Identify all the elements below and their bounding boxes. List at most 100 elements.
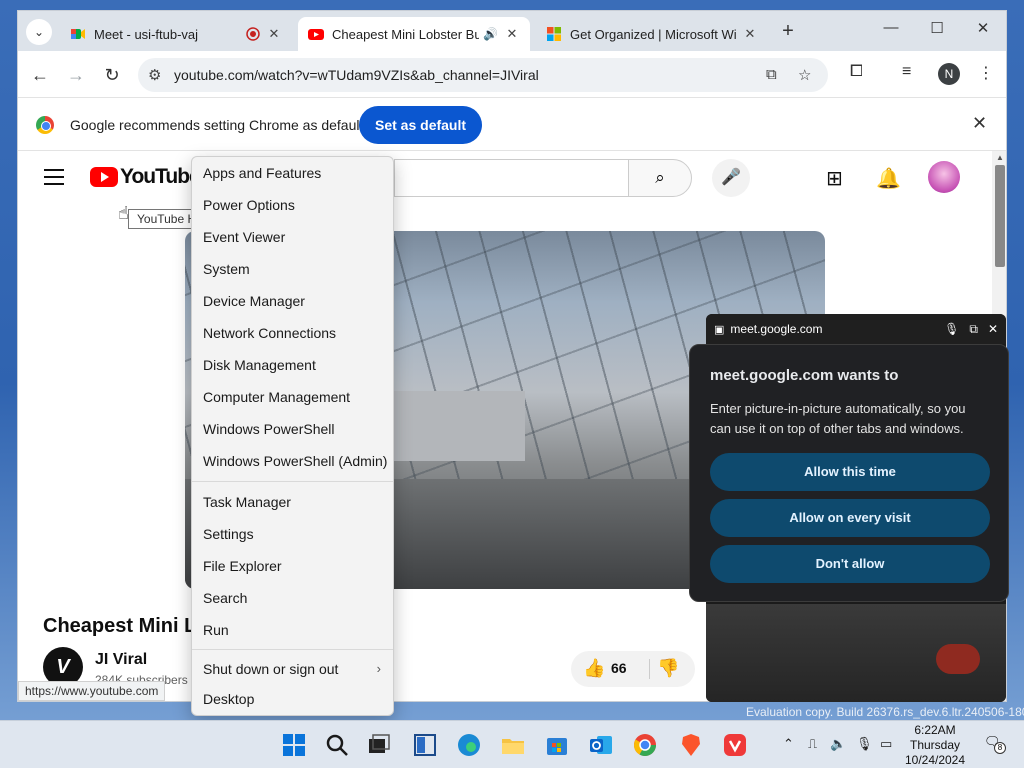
google-meet-icon [71, 29, 85, 39]
menu-item-powershell[interactable]: Windows PowerShell [192, 414, 393, 444]
more-menu-icon[interactable]: ⋮ [978, 63, 994, 83]
menu-item-run[interactable]: Run [192, 615, 393, 645]
menu-item-apps-features[interactable]: Apps and Features [192, 158, 393, 188]
channel-name[interactable]: JI Viral [95, 651, 147, 669]
microsoft-icon [547, 27, 561, 41]
maximize-button[interactable]: ☐ [922, 19, 952, 37]
menu-item-settings[interactable]: Settings [192, 519, 393, 549]
extensions-icon[interactable]: ⧠ [850, 63, 863, 81]
search-input[interactable] [394, 159, 630, 197]
task-view-icon[interactable] [366, 732, 392, 758]
dont-allow-button[interactable]: Don't allow [710, 545, 990, 583]
thumbs-down-icon[interactable]: 👎 [657, 658, 679, 679]
microphone-icon[interactable]: 🎙 [944, 322, 959, 336]
brave-browser-icon[interactable] [678, 732, 704, 758]
account-avatar[interactable] [928, 161, 960, 193]
close-icon[interactable]: ✕ [972, 113, 987, 134]
microphone-icon[interactable]: 🎙 [856, 736, 873, 752]
menu-item-desktop[interactable]: Desktop [192, 684, 393, 714]
set-default-button[interactable]: Set as default [359, 106, 483, 144]
install-app-icon[interactable]: ⧉ [766, 66, 777, 83]
prompt-body: Enter picture-in-picture automatically, … [710, 401, 966, 436]
tab-search-button[interactable]: ⌄ [26, 19, 52, 45]
close-icon[interactable]: ✕ [266, 26, 282, 42]
device-icon[interactable]: ⎍ [808, 736, 817, 752]
scrollbar-thumb[interactable] [995, 165, 1005, 267]
file-explorer-icon[interactable] [500, 732, 526, 758]
link-status-bubble: https://www.youtube.com [18, 681, 166, 701]
scroll-up-arrow-icon[interactable]: ▲ [996, 153, 1004, 162]
create-video-icon[interactable]: ⊞ [826, 166, 843, 191]
search-icon[interactable] [324, 732, 350, 758]
edge-browser-icon[interactable] [456, 732, 482, 758]
menu-item-computer-management[interactable]: Computer Management [192, 382, 393, 412]
bookmark-star-icon[interactable]: ☆ [798, 66, 811, 84]
widgets-icon[interactable] [412, 732, 438, 758]
permission-prompt: meet.google.com wants to Enter picture-i… [689, 344, 1009, 602]
menu-item-search[interactable]: Search [192, 583, 393, 613]
voice-search-button[interactable]: 🎤 [712, 159, 750, 197]
reload-icon: ↻ [104, 65, 120, 85]
volume-icon[interactable]: 🔈 [830, 736, 846, 752]
menu-divider [192, 481, 393, 482]
back-to-tab-icon[interactable]: ⧉ [969, 322, 978, 337]
tab-microsoft[interactable]: Get Organized | Microsoft Windows ✕ [536, 17, 768, 51]
menu-icon[interactable] [44, 169, 64, 190]
reload-button[interactable]: ↻ [100, 63, 124, 87]
pip-video [706, 604, 1006, 702]
youtube-logo[interactable]: YouTube [90, 165, 201, 189]
chevron-up-icon[interactable]: ⌃ [783, 736, 794, 752]
menu-item-disk-management[interactable]: Disk Management [192, 350, 393, 380]
like-count: 66 [611, 660, 627, 676]
close-icon[interactable]: ✕ [504, 26, 520, 42]
menu-divider [192, 649, 393, 650]
menu-item-task-manager[interactable]: Task Manager [192, 487, 393, 517]
url-text[interactable]: youtube.com/watch?v=wTUdam9VZIs&ab_chann… [174, 67, 539, 83]
thumbs-up-icon[interactable]: 👍 [583, 658, 605, 679]
outlook-icon[interactable] [588, 732, 614, 758]
search-icon: ⌕ [655, 168, 665, 187]
tab-youtube[interactable]: Cheapest Mini Lobster Buffet 🔊 ✕ [298, 17, 530, 51]
menu-item-event-viewer[interactable]: Event Viewer [192, 222, 393, 252]
like-dislike-bar: 👍 66 👎 [571, 651, 695, 687]
close-icon[interactable]: ✕ [988, 322, 998, 336]
menu-item-device-manager[interactable]: Device Manager [192, 286, 393, 316]
search-button[interactable]: ⌕ [628, 159, 692, 197]
back-button[interactable]: ← [28, 63, 52, 87]
winx-context-menu: Apps and Features Power Options Event Vi… [191, 156, 394, 716]
microsoft-store-icon[interactable] [544, 732, 570, 758]
menu-item-network-connections[interactable]: Network Connections [192, 318, 393, 348]
tab-label: Get Organized | Microsoft Windows [570, 26, 736, 42]
menu-item-label: Shut down or sign out [203, 661, 339, 677]
tab-strip: ⌄ Meet - usi-ftub-vaj ✕ Cheapest Mini Lo… [18, 11, 1006, 51]
chrome-icon[interactable] [632, 732, 658, 758]
menu-item-shutdown[interactable]: Shut down or sign out › [192, 654, 393, 684]
bell-icon[interactable]: 🔔 [876, 166, 901, 191]
new-tab-button[interactable]: + [778, 21, 798, 41]
youtube-icon [308, 29, 324, 40]
system-clock[interactable]: 6:22AM Thursday 10/24/2024 [890, 723, 980, 768]
allow-this-time-button[interactable]: Allow this time [710, 453, 990, 491]
allow-every-visit-button[interactable]: Allow on every visit [710, 499, 990, 537]
profile-avatar[interactable]: N [938, 63, 960, 85]
minimize-button[interactable]: — [876, 19, 906, 36]
notification-center-button[interactable]: 🗨 8 [984, 734, 1006, 754]
tab-meet[interactable]: Meet - usi-ftub-vaj ✕ [60, 17, 292, 51]
speaker-icon[interactable]: 🔊 [483, 27, 498, 41]
menu-item-power-options[interactable]: Power Options [192, 190, 393, 220]
menu-item-system[interactable]: System [192, 254, 393, 284]
windows-start-icon[interactable] [281, 732, 307, 758]
window-close-button[interactable]: ✕ [968, 19, 998, 37]
menu-item-file-explorer[interactable]: File Explorer [192, 551, 393, 581]
close-icon[interactable]: ✕ [742, 26, 758, 42]
site-info-icon[interactable]: ⚙ [148, 66, 161, 84]
arrow-right-icon: → [67, 65, 85, 85]
media-controls-icon[interactable]: ≡ [902, 63, 911, 81]
forward-button[interactable]: → [64, 63, 88, 87]
menu-item-powershell-admin[interactable]: Windows PowerShell (Admin) [192, 446, 393, 476]
arrow-left-icon: ← [31, 65, 49, 85]
vivaldi-browser-icon[interactable] [722, 732, 748, 758]
pip-domain: meet.google.com [730, 322, 823, 336]
leave-call-button[interactable] [936, 644, 980, 674]
address-bar[interactable]: ⚙ youtube.com/watch?v=wTUdam9VZIs&ab_cha… [138, 58, 828, 92]
